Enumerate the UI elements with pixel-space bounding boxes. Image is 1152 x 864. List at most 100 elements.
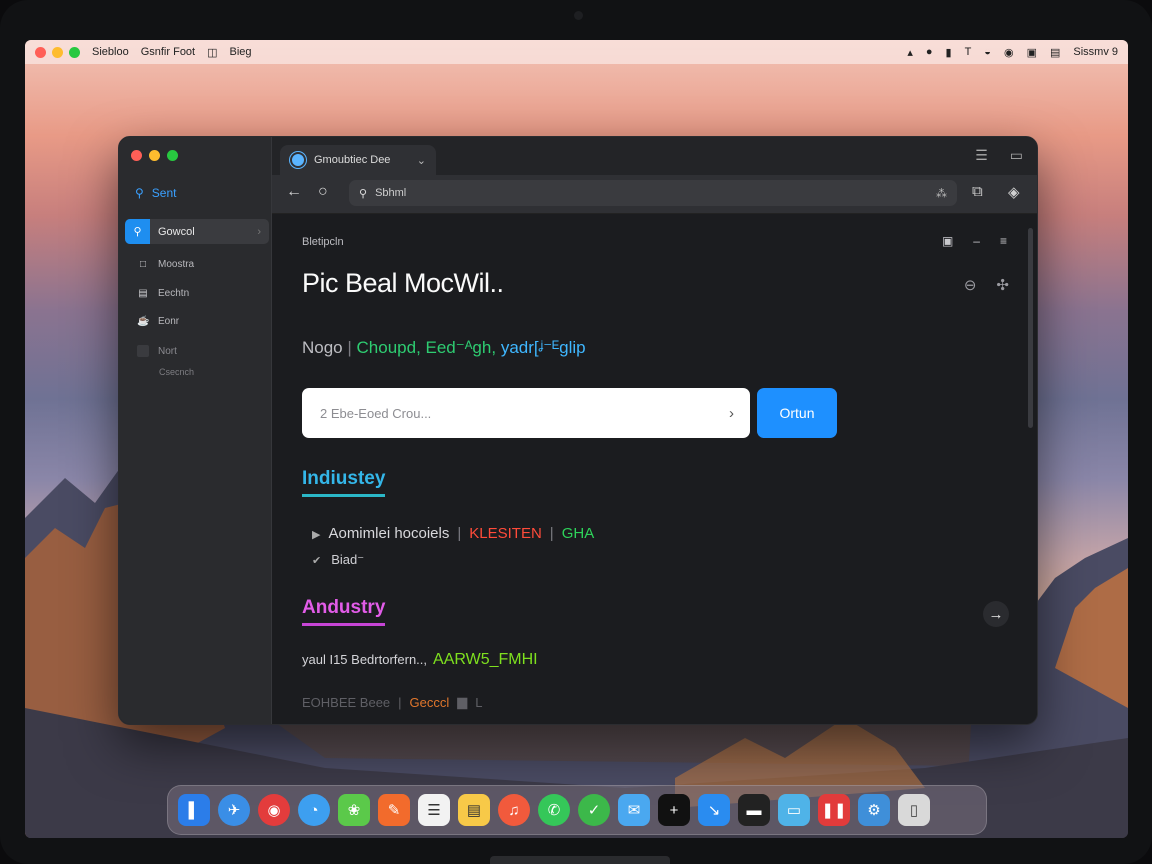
menu-icon[interactable]: ☰ [975,147,988,164]
search-icon: ⚲ [359,187,368,200]
sidebar-item-4[interactable]: Nort [137,345,177,357]
settings-icon[interactable]: ✣ [996,276,1009,294]
extension-icon[interactable]: ⁂ [936,187,947,200]
submit-button[interactable]: Ortun [757,388,837,438]
nav-bar: ← ○ ⚲ Sbhml ⁂ ⧉ ◈ [272,175,1037,214]
menubar-window-controls [35,46,80,58]
row-lead: EOHBEE Beee [302,694,391,710]
tagline-green: Choupd, Eed⁻ᴬgh, [356,338,497,357]
messages-icon[interactable]: ✓ [578,794,610,826]
dock: ▌ ✈ ◉ ◔ ❀ ✎ ☰ ▤ ♫ ✆ ✓ ✉ + ↘ ▬ ▭ ❚❚ ⚙ ▯ [167,785,987,835]
laptop-hinge [490,856,670,864]
lock-icon[interactable]: ⊖ [964,276,977,294]
flag-icon: ▶ [312,529,321,541]
window-zoom-icon[interactable] [167,150,178,161]
menu-item-2[interactable]: Gsnfir Foot [141,46,195,58]
menu-item-1[interactable]: Siebloo [92,46,129,58]
mic-icon[interactable]: ▴ [907,46,913,59]
sidebar-item-3[interactable]: ☕ Eonr [137,316,179,327]
search-field[interactable]: › [302,388,750,438]
phone-icon[interactable]: ✆ [538,794,570,826]
section-heading-industry-2: Andustry [302,597,386,626]
battery-icon[interactable]: ▮ [946,46,952,59]
page-title: Pic Beal MocWil.. [302,268,504,298]
bookmark-icon[interactable]: ▣ [942,234,953,248]
music-icon[interactable]: ♫ [498,794,530,826]
terminal-icon[interactable]: + [658,794,690,826]
settings-icon[interactable]: ⚙ [858,794,890,826]
window-close-icon[interactable] [131,150,142,161]
chevron-right-icon: › [257,225,261,238]
search-icon: ⚲ [135,186,144,200]
menu-item-4[interactable]: Bieg [230,46,252,58]
notes-icon[interactable]: ☰ [418,794,450,826]
desktop-screen: Siebloo Gsnfir Foot ◫ Bieg ▴ ● ▮ T ◒ ◉ ▣… [25,40,1128,838]
compass-icon[interactable]: ◔ [298,794,330,826]
text-icon[interactable]: T [965,46,972,58]
clock-text[interactable]: Sissmv 9 [1073,46,1118,58]
chrome-icon[interactable]: ◉ [258,794,290,826]
search-input[interactable] [318,404,702,422]
list-icon: ▤ [138,288,148,299]
breadcrumb[interactable]: Bletipcln [302,236,344,248]
menu-bar: Siebloo Gsnfir Foot ◫ Bieg ▴ ● ▮ T ◒ ◉ ▣… [25,40,1128,64]
favicon-icon [290,152,306,168]
appstore-icon[interactable]: ↘ [698,794,730,826]
chevron-down-icon[interactable]: ⌄ [417,154,426,167]
share-icon[interactable]: ⧉ [972,183,983,200]
photos-icon[interactable]: ❀ [338,794,370,826]
sidebar-item-1[interactable]: □ Moostra [137,259,194,270]
wifi-icon[interactable]: ◒ [984,46,991,58]
pages-icon[interactable]: ✎ [378,794,410,826]
menu-item-3[interactable]: ◫ [207,46,217,59]
finder-icon[interactable]: ▌ [178,794,210,826]
minimize-dot-icon[interactable] [52,46,63,58]
sidebar-item-active[interactable]: ⚲ Gowcol › [125,219,269,244]
chevron-right-icon[interactable]: › [729,405,734,422]
minimize-icon[interactable]: – [973,234,980,248]
sidebar-item-2[interactable]: ▤ Eechtn [137,288,189,299]
tab-title: Gmoubtiec Dee [314,154,391,166]
cup-icon: ☕ [137,316,150,327]
mail-icon[interactable]: ✉ [618,794,650,826]
tabs-icon[interactable]: ▭ [1010,147,1023,164]
sidebar-item-label: Eonr [158,316,180,327]
keynote-icon[interactable]: ▤ [458,794,490,826]
control-center-icon[interactable]: ▤ [1050,46,1060,59]
browser-tab[interactable]: Gmoubtiec Dee ⌄ [280,145,436,175]
zoom-dot-icon[interactable] [69,46,80,58]
tagline-lead: Nogo [302,338,343,357]
search-icon: ⚲ [125,219,150,244]
tagline: Nogo | Choupd, Eed⁻ᴬgh, yadr[ᶨ⁻ᴱglip [302,338,586,358]
url-text: Sbhml [375,187,407,199]
page-content: Bletipcln ▣ – ≡ Pic Beal MocWil.. ⊖ ✣ No… [272,214,1037,724]
reload-icon[interactable]: ○ [318,183,328,201]
editor-icon[interactable]: ▬ [738,794,770,826]
user-icon[interactable]: ◉ [1004,46,1014,59]
camera [574,11,583,20]
sidebar-search[interactable]: ⚲ Sent [135,186,176,200]
cloud-icon[interactable]: ● [926,46,933,58]
safari-icon[interactable]: ✈ [218,794,250,826]
shield-icon[interactable]: ◈ [1008,183,1020,201]
scrollbar[interactable] [1028,228,1033,428]
separator: | [549,525,554,542]
url-bar[interactable]: ⚲ Sbhml ⁂ [349,180,957,206]
page-toolbar: ▣ – ≡ [942,234,1007,248]
trash-icon[interactable]: ▯ [898,794,930,826]
calendar-icon[interactable]: ❚❚ [818,794,850,826]
monitor-icon[interactable]: ▭ [778,794,810,826]
tab-bar: Gmoubtiec Dee ⌄ ☰ ▭ [272,137,1037,175]
menu-lines-icon[interactable]: ≡ [1000,234,1007,248]
app-window: ⚲ Sent ⚲ Gowcol › □ Moostra ▤ Eechtn ☕ E… [118,136,1038,725]
back-arrow-icon[interactable]: ← [286,183,302,201]
close-dot-icon[interactable] [35,46,46,58]
tagline-blue: yadr[ᶨ⁻ᴱglip [500,338,586,357]
arrow-right-icon[interactable]: → [983,601,1009,627]
row-lead: yaul I15 Bedrtorfern.., [302,652,428,667]
check-icon: ✔ [312,555,322,567]
sidebar-item-label: Moostra [158,259,195,270]
section-heading-industry: Indiustey [302,468,386,497]
window-minimize-icon[interactable] [149,150,160,161]
window-icon[interactable]: ▣ [1027,46,1037,59]
